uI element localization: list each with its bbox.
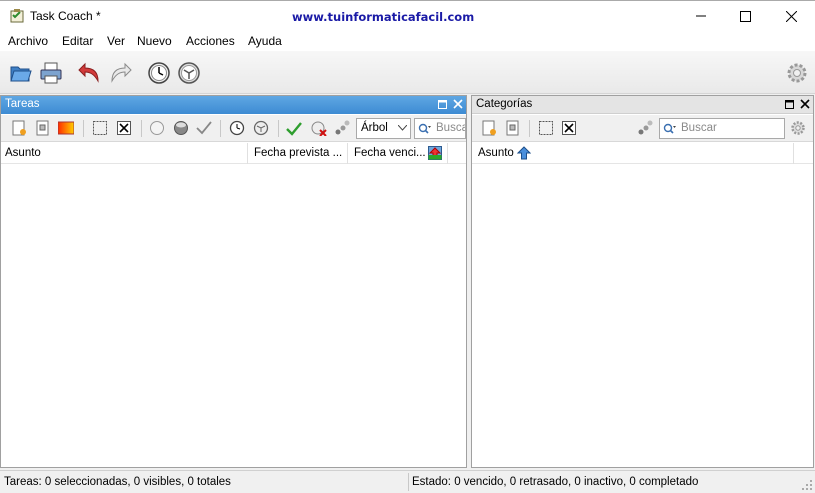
- clock-icon[interactable]: [147, 61, 171, 85]
- categories-toolbar: Buscar: [472, 115, 813, 142]
- maximize-pane-icon[interactable]: [784, 98, 796, 110]
- new-task-icon[interactable]: [11, 120, 27, 136]
- maximize-icon: [739, 10, 751, 22]
- minimize-button[interactable]: [678, 1, 724, 31]
- chevron-down-icon: [398, 125, 407, 131]
- tasks-pane-header: Tareas: [1, 96, 466, 114]
- active-task-icon[interactable]: [173, 120, 189, 136]
- undo-icon[interactable]: [78, 61, 102, 85]
- close-button[interactable]: [768, 1, 814, 31]
- status-separator: [408, 473, 409, 491]
- main-toolbar: [0, 51, 815, 94]
- print-icon[interactable]: [39, 61, 63, 85]
- categories-search-box[interactable]: Buscar: [659, 118, 785, 139]
- resize-grip-icon[interactable]: [802, 480, 813, 491]
- column-label: Asunto: [478, 147, 514, 159]
- window-title: Task Coach *: [30, 9, 101, 23]
- search-placeholder: Buscar: [436, 122, 465, 134]
- menu-ayuda[interactable]: Ayuda: [248, 34, 282, 48]
- column-label: Fecha venci...: [354, 147, 426, 159]
- new-subtask-icon[interactable]: [35, 120, 51, 136]
- categories-pane-title: Categorías: [476, 98, 533, 110]
- sort-up-icon: [428, 146, 442, 160]
- inactive-task-icon[interactable]: [149, 120, 165, 136]
- status-bar: Tareas: 0 seleccionadas, 0 visibles, 0 t…: [0, 470, 815, 493]
- column-fecha-prevista[interactable]: Fecha prevista ...: [248, 143, 348, 164]
- menu-ver[interactable]: Ver: [107, 34, 125, 48]
- clock-stop-icon[interactable]: [177, 61, 201, 85]
- tasks-column-header: Asunto Fecha prevista ... Fecha venci...: [1, 143, 466, 164]
- start-tracking-icon[interactable]: [229, 120, 245, 136]
- close-icon: [785, 10, 797, 22]
- close-pane-icon[interactable]: [452, 98, 464, 110]
- categories-pane: Categorías Buscar Asunto: [471, 95, 814, 468]
- settings-gear-icon[interactable]: [785, 61, 809, 85]
- close-pane-icon[interactable]: [799, 98, 811, 110]
- toolbar-separator: [529, 120, 530, 137]
- menu-acciones[interactable]: Acciones: [186, 34, 235, 48]
- tasks-toolbar: Árbol Buscar: [1, 115, 466, 142]
- toolbar-separator: [220, 120, 221, 137]
- menu-bar: Archivo Editar Ver Nuevo Acciones Ayuda: [0, 31, 815, 51]
- search-icon: [418, 123, 431, 134]
- tasks-status-text: Tareas: 0 seleccionadas, 0 visibles, 0 t…: [4, 476, 231, 488]
- column-label: Fecha prevista ...: [254, 147, 343, 159]
- search-settings-gear-icon[interactable]: [790, 120, 806, 136]
- tasks-pane-title: Tareas: [5, 98, 40, 110]
- view-mode-select[interactable]: Árbol: [356, 118, 411, 139]
- mark-completed-icon[interactable]: [286, 120, 302, 136]
- sort-up-arrow-icon: [517, 146, 531, 160]
- tree-view-icon[interactable]: [334, 120, 350, 136]
- search-icon: [663, 123, 676, 134]
- open-folder-icon[interactable]: [9, 61, 33, 85]
- search-placeholder: Buscar: [681, 122, 717, 134]
- toolbar-separator: [278, 120, 279, 137]
- new-category-icon[interactable]: [481, 120, 497, 136]
- task-coach-icon: [10, 9, 24, 23]
- toolbar-separator: [141, 120, 142, 137]
- color-icon[interactable]: [58, 120, 74, 136]
- collapse-all-icon[interactable]: [116, 120, 132, 136]
- state-status-text: Estado: 0 vencido, 0 retrasado, 0 inacti…: [412, 476, 699, 488]
- maximize-button[interactable]: [722, 1, 768, 31]
- categories-pane-header: Categorías: [472, 96, 813, 114]
- view-mode-value: Árbol: [361, 122, 388, 134]
- title-bar: Task Coach * www.tuinformaticafacil.com: [0, 0, 815, 31]
- tree-view-icon[interactable]: [637, 120, 653, 136]
- column-label: Asunto: [5, 147, 41, 159]
- menu-nuevo[interactable]: Nuevo: [137, 34, 172, 48]
- delete-task-icon[interactable]: [311, 120, 327, 136]
- minimize-icon: [696, 15, 706, 17]
- maximize-pane-icon[interactable]: [437, 98, 449, 110]
- tasks-search-box[interactable]: Buscar: [414, 118, 466, 139]
- stop-tracking-icon[interactable]: [253, 120, 269, 136]
- new-subcategory-icon[interactable]: [505, 120, 521, 136]
- column-asunto[interactable]: Asunto: [1, 143, 248, 164]
- toolbar-separator: [83, 120, 84, 137]
- redo-icon[interactable]: [108, 61, 132, 85]
- menu-editar[interactable]: Editar: [62, 34, 93, 48]
- column-asunto[interactable]: Asunto: [472, 143, 794, 164]
- tasks-pane: Tareas Árbol Busc Asunto Fecha prevista …: [0, 95, 467, 468]
- expand-all-icon[interactable]: [538, 120, 554, 136]
- collapse-all-icon[interactable]: [561, 120, 577, 136]
- column-fecha-vencimiento[interactable]: Fecha venci...: [348, 143, 448, 164]
- watermark-text: www.tuinformaticafacil.com: [292, 10, 475, 24]
- menu-archivo[interactable]: Archivo: [8, 34, 48, 48]
- expand-all-icon[interactable]: [92, 120, 108, 136]
- categories-column-header: Asunto: [472, 143, 813, 164]
- completed-task-icon[interactable]: [196, 120, 212, 136]
